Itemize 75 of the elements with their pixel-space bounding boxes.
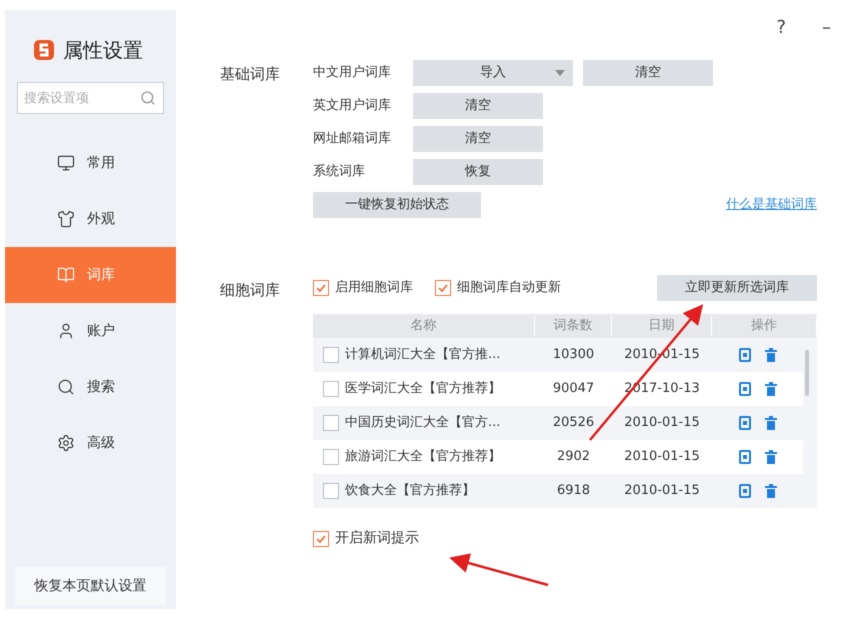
row-label: 系统词库 <box>313 163 366 182</box>
restore-button[interactable]: 一键恢复初始状态 <box>313 192 481 218</box>
document-icon[interactable] <box>738 382 750 396</box>
trash-icon[interactable] <box>764 450 776 464</box>
table-cell-text: 10300 <box>552 346 596 364</box>
gear-icon <box>57 434 75 452</box>
reset-defaults-button[interactable]: 恢复本页默认设置 <box>15 567 166 605</box>
book-icon <box>57 266 75 284</box>
check-icon <box>437 282 449 294</box>
option-label: 开启新词提示 <box>335 529 419 548</box>
checkbox[interactable] <box>323 415 339 431</box>
row-label: 英文用户词库 <box>313 97 392 116</box>
sidebar-item[interactable]: 外观 <box>5 191 176 247</box>
checkbox[interactable] <box>435 280 451 296</box>
table-cell-text: 20526 <box>552 414 596 432</box>
checkbox[interactable] <box>323 483 339 499</box>
checkbox[interactable] <box>313 530 329 546</box>
help-button[interactable]: ? <box>776 14 786 41</box>
section-title: 细胞词库 <box>220 280 281 301</box>
table-cell-text: 旅游词汇大全【官方推荐】 <box>345 448 501 466</box>
checkbox[interactable] <box>313 280 329 296</box>
row-label: 中文用户词库 <box>313 64 392 82</box>
action-button[interactable]: 恢复 <box>413 159 543 185</box>
table-cell-text: 2902 <box>556 448 592 466</box>
help-link[interactable]: 什么是基础词库 <box>726 195 817 215</box>
option-label: 细胞词库自动更新 <box>457 279 561 298</box>
row-label: 网址邮箱词库 <box>313 130 392 148</box>
search-icon <box>57 378 75 396</box>
trash-icon[interactable] <box>764 416 776 430</box>
document-icon[interactable] <box>738 416 750 430</box>
trash-icon[interactable] <box>764 382 776 396</box>
section-title: 基础词库 <box>220 64 281 85</box>
trash-icon[interactable] <box>764 484 776 498</box>
checkbox[interactable] <box>323 381 339 397</box>
sidebar-item[interactable]: 账户 <box>5 303 176 359</box>
check-icon <box>315 532 327 544</box>
table-cell-text: 6918 <box>556 482 592 500</box>
column-header: 词条数 <box>535 316 612 336</box>
column-header: 名称 <box>313 316 535 336</box>
shirt-icon <box>57 210 75 228</box>
document-icon[interactable] <box>738 484 750 498</box>
table-cell-text: 90047 <box>552 380 596 398</box>
trash-icon[interactable] <box>764 348 776 362</box>
check-icon <box>315 282 327 294</box>
table-cell-text: 中国历史词汇大全【官方... <box>345 414 500 432</box>
checkbox[interactable] <box>323 449 339 465</box>
action-button[interactable]: 清空 <box>583 60 713 86</box>
scrollbar[interactable] <box>805 350 809 396</box>
import-dropdown[interactable]: 导入 <box>413 60 573 86</box>
sidebar-item[interactable]: 高级 <box>5 415 176 471</box>
action-button[interactable]: 清空 <box>413 93 543 119</box>
table-cell-text: 2010-01-15 <box>623 482 701 500</box>
app-title: 属性设置 <box>63 37 143 64</box>
table-cell-text: 2010-01-15 <box>623 414 701 432</box>
option-label: 启用细胞词库 <box>335 279 413 298</box>
table-cell-text: 医学词汇大全【官方推荐】 <box>345 380 501 398</box>
monitor-icon <box>57 154 75 172</box>
user-icon <box>57 322 75 340</box>
table-cell-text: 计算机词汇大全【官方推... <box>345 346 500 364</box>
update-button[interactable]: 立即更新所选词库 <box>657 275 817 301</box>
search-field[interactable]: 搜索设置项 <box>17 82 164 114</box>
table-cell-text: 饮食大全【官方推荐】 <box>345 482 475 500</box>
action-button[interactable]: 清空 <box>413 126 543 152</box>
logo-icon <box>33 39 55 61</box>
minimize-button[interactable]: – <box>822 14 831 41</box>
checkbox[interactable] <box>323 347 339 363</box>
search-icon <box>140 90 156 106</box>
table-cell-text: 2010-01-15 <box>623 448 701 466</box>
document-icon[interactable] <box>738 450 750 464</box>
sidebar-item[interactable]: 常用 <box>5 135 176 191</box>
caret-icon <box>555 70 565 76</box>
document-icon[interactable] <box>738 348 750 362</box>
sidebar-item[interactable]: 搜索 <box>5 359 176 415</box>
column-header: 操作 <box>712 316 817 336</box>
column-header: 日期 <box>612 316 712 336</box>
